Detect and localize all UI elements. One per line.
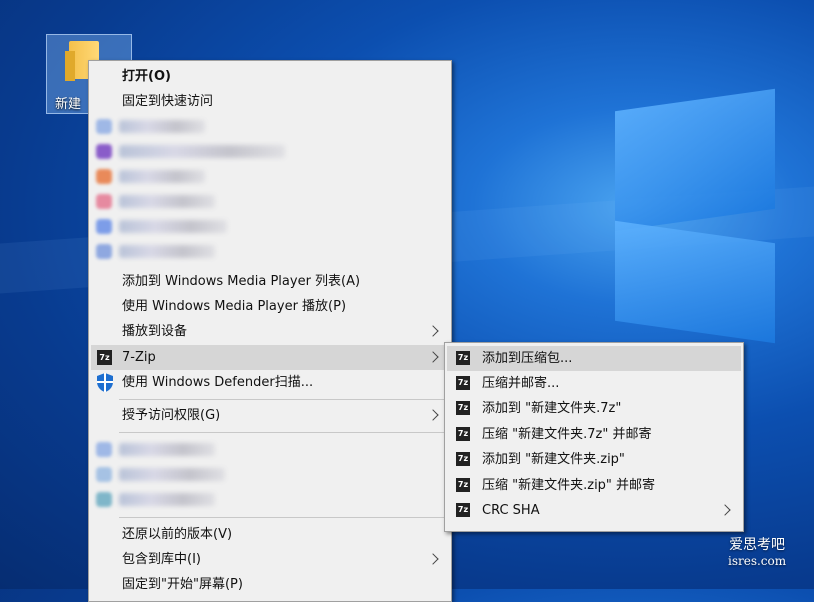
menu-item-blurred[interactable] xyxy=(89,114,451,139)
7zip-icon: 7z xyxy=(456,376,470,390)
menu-item-label: 授予访问权限(G) xyxy=(122,408,221,423)
watermark-url: isres.com xyxy=(728,554,787,568)
menu-item-blurred[interactable] xyxy=(89,487,451,512)
menu-item-open[interactable]: 打开(O) xyxy=(89,64,451,89)
app-icon xyxy=(96,442,112,457)
menu-separator xyxy=(119,517,449,518)
app-icon xyxy=(96,144,112,159)
menu-item-blurred[interactable] xyxy=(89,437,451,462)
blurred-label xyxy=(119,195,215,208)
menu-item-label: 包含到库中(I) xyxy=(122,552,201,567)
desktop-folder-label: 新建 xyxy=(55,97,82,112)
watermark-title: 爱思考吧 xyxy=(729,537,786,553)
menu-item-restore-versions[interactable]: 还原以前的版本(V) xyxy=(89,522,451,547)
menu-item-label: 播放到设备 xyxy=(122,324,188,339)
menu-item-add-wmp-list[interactable]: 添加到 Windows Media Player 列表(A) xyxy=(89,269,451,294)
chevron-right-icon xyxy=(427,351,439,363)
menu-item-blurred[interactable] xyxy=(89,214,451,239)
submenu-item-add-zip[interactable]: 7z 添加到 "新建文件夹.zip" xyxy=(445,447,743,472)
submenu-item-crc-sha[interactable]: 7z CRC SHA xyxy=(445,498,743,523)
submenu-item-label: CRC SHA xyxy=(482,503,540,518)
blurred-label xyxy=(119,120,205,133)
submenu-item-label: 压缩 "新建文件夹.7z" 并邮寄 xyxy=(482,427,652,442)
7zip-icon: 7z xyxy=(456,478,470,492)
menu-item-label: 打开(O) xyxy=(122,69,171,84)
submenu-item-compress-email[interactable]: 7z 压缩并邮寄... xyxy=(445,371,743,396)
watermark: 爱思考吧 isres.com xyxy=(728,537,786,568)
7zip-icon: 7z xyxy=(456,503,470,517)
blurred-label xyxy=(119,443,215,456)
submenu-item-label: 压缩 "新建文件夹.zip" 并邮寄 xyxy=(482,478,656,493)
menu-item-play-wmp[interactable]: 使用 Windows Media Player 播放(P) xyxy=(89,294,451,319)
menu-item-label: 7-Zip xyxy=(122,350,156,365)
submenu-item-label: 压缩并邮寄... xyxy=(482,376,560,391)
blurred-label xyxy=(119,493,215,506)
7zip-icon: 7z xyxy=(456,427,470,441)
chevron-right-icon xyxy=(427,553,439,565)
chevron-right-icon xyxy=(427,325,439,337)
menu-item-label: 使用 Windows Defender扫描... xyxy=(122,375,314,390)
app-icon xyxy=(96,119,112,134)
app-icon xyxy=(96,194,112,209)
submenu-item-label: 添加到压缩包... xyxy=(482,351,573,366)
blurred-label xyxy=(119,220,227,233)
submenu-item-compress-7z-email[interactable]: 7z 压缩 "新建文件夹.7z" 并邮寄 xyxy=(445,422,743,447)
blurred-label xyxy=(119,245,215,258)
7zip-submenu: 7z 添加到压缩包... 7z 压缩并邮寄... 7z 添加到 "新建文件夹.7… xyxy=(444,342,744,532)
submenu-item-add-7z[interactable]: 7z 添加到 "新建文件夹.7z" xyxy=(445,396,743,421)
app-icon xyxy=(96,169,112,184)
chevron-right-icon xyxy=(427,409,439,421)
menu-item-grant-access[interactable]: 授予访问权限(G) xyxy=(89,403,451,428)
menu-item-blurred[interactable] xyxy=(89,189,451,214)
menu-item-label: 还原以前的版本(V) xyxy=(122,527,233,542)
app-icon xyxy=(96,219,112,234)
menu-item-label: 使用 Windows Media Player 播放(P) xyxy=(122,299,347,314)
context-menu: 打开(O) 固定到快速访问 添加到 Windows Media Player 列… xyxy=(88,60,452,602)
app-icon xyxy=(96,492,112,507)
menu-item-blurred[interactable] xyxy=(89,139,451,164)
menu-item-pin-quick-access[interactable]: 固定到快速访问 xyxy=(89,89,451,114)
menu-item-defender-scan[interactable]: 使用 Windows Defender扫描... xyxy=(89,370,451,395)
menu-item-7zip[interactable]: 7z 7-Zip xyxy=(91,345,449,370)
7zip-icon: 7z xyxy=(97,350,112,365)
chevron-right-icon xyxy=(719,504,731,516)
submenu-item-compress-zip-email[interactable]: 7z 压缩 "新建文件夹.zip" 并邮寄 xyxy=(445,473,743,498)
7zip-icon: 7z xyxy=(456,401,470,415)
submenu-item-label: 添加到 "新建文件夹.zip" xyxy=(482,452,625,467)
submenu-item-label: 添加到 "新建文件夹.7z" xyxy=(482,401,622,416)
app-icon xyxy=(96,467,112,482)
wallpaper-window-pane xyxy=(615,88,775,232)
blurred-label xyxy=(119,145,285,158)
menu-item-label: 固定到"开始"屏幕(P) xyxy=(122,577,243,592)
menu-separator xyxy=(119,432,449,433)
shield-icon xyxy=(97,373,113,392)
menu-item-blurred[interactable] xyxy=(89,164,451,189)
menu-item-pin-start[interactable]: 固定到"开始"屏幕(P) xyxy=(89,572,451,597)
wallpaper-window-pane xyxy=(615,220,775,344)
menu-item-label: 添加到 Windows Media Player 列表(A) xyxy=(122,274,361,289)
blurred-label xyxy=(119,468,225,481)
submenu-item-add-to-archive[interactable]: 7z 添加到压缩包... xyxy=(447,346,741,371)
blurred-label xyxy=(119,170,205,183)
7zip-icon: 7z xyxy=(456,452,470,466)
menu-item-blurred[interactable] xyxy=(89,239,451,264)
menu-separator xyxy=(119,399,449,400)
7zip-icon: 7z xyxy=(456,351,470,365)
app-icon xyxy=(96,244,112,259)
menu-item-include-library[interactable]: 包含到库中(I) xyxy=(89,547,451,572)
menu-item-label: 固定到快速访问 xyxy=(122,94,214,109)
menu-item-blurred[interactable] xyxy=(89,462,451,487)
menu-item-cast-device[interactable]: 播放到设备 xyxy=(89,319,451,344)
